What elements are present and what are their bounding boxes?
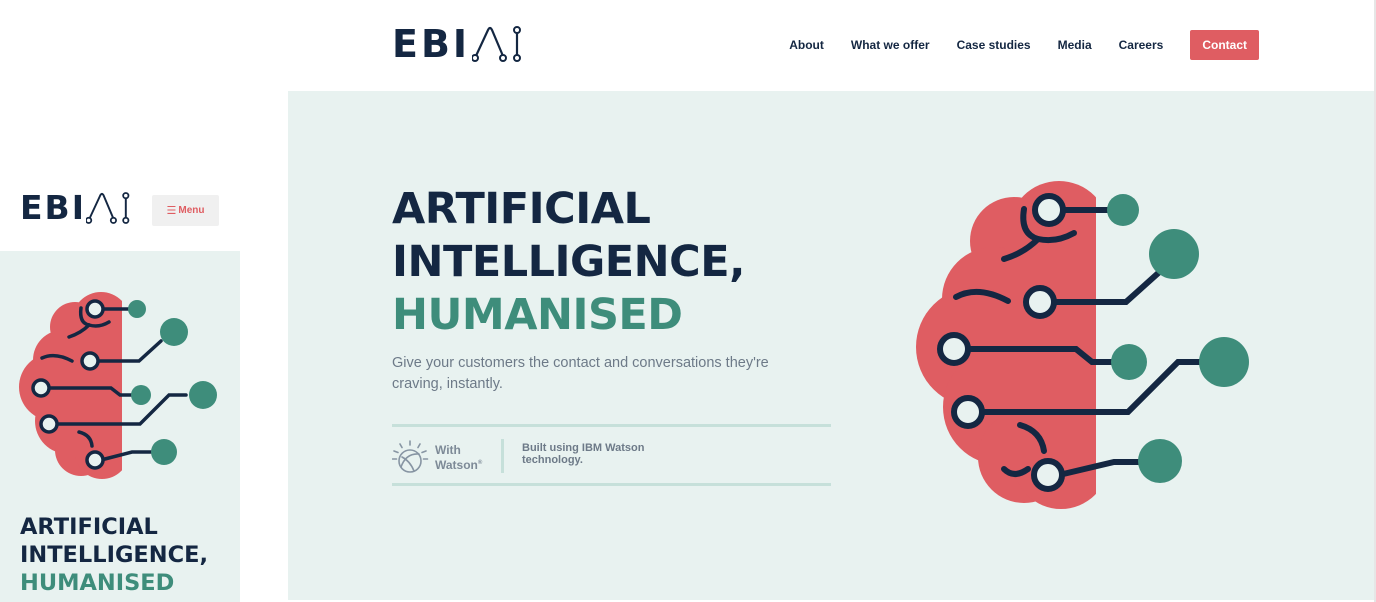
hero-title-line-1: ARTIFICIAL [392,184,651,234]
mobile-menu-button[interactable]: ☰ Menu [152,195,219,226]
watson-badge-line-2: Watson [435,458,478,472]
nav-what-we-offer[interactable]: What we offer [851,30,930,60]
nav-media[interactable]: Media [1058,30,1092,60]
mobile-header: EBI ☰ Menu [0,180,240,240]
watson-text: Built using IBM Watson technology. [522,442,645,466]
watson-registered-mark: ® [477,460,483,466]
mobile-brain-circuit-illustration [19,292,217,479]
mobile-hero-title-line-3: HUMANISED [20,570,175,596]
watson-badge-line-1: With [435,443,461,457]
site-logo[interactable]: EBI [392,22,524,66]
ai-circuit-logo-icon [472,26,522,62]
hero-title-line-2: INTELLIGENCE, [392,237,745,287]
watson-badge-label: With Watson® [435,444,495,472]
mobile-hero-title: ARTIFICIAL INTELLIGENCE, HUMANISED [20,513,208,597]
mobile-menu-label: Menu [178,205,205,216]
mobile-site-logo[interactable]: EBI [20,188,132,227]
mobile-hero-title-line-2: INTELLIGENCE, [20,542,209,568]
watson-globe-icon [392,440,429,473]
nav-case-studies[interactable]: Case studies [957,30,1031,60]
hero-title-line-3: HUMANISED [392,290,683,340]
brain-circuit-illustration [916,181,1249,509]
hamburger-icon: ☰ [166,205,177,217]
watson-badge: With Watson® Built using IBM Watson tech… [392,424,831,486]
mobile-logo-wordmark: EBI [20,188,86,227]
main-nav: About What we offer Case studies Media C… [789,30,1259,60]
nav-about[interactable]: About [789,30,824,60]
nav-careers[interactable]: Careers [1119,30,1164,60]
watson-divider [501,439,504,473]
hero-title: ARTIFICIAL INTELLIGENCE, HUMANISED [392,183,852,342]
logo-wordmark: EBI [392,22,471,66]
hero-section: ARTIFICIAL INTELLIGENCE, HUMANISED Give … [288,91,1376,600]
hero-subtitle: Give your customers the contact and conv… [392,355,769,392]
ai-circuit-logo-icon [85,192,130,224]
contact-button[interactable]: Contact [1190,30,1259,60]
mobile-hero-title-line-1: ARTIFICIAL [20,514,158,540]
mobile-hero-section: ARTIFICIAL INTELLIGENCE, HUMANISED [0,251,240,602]
